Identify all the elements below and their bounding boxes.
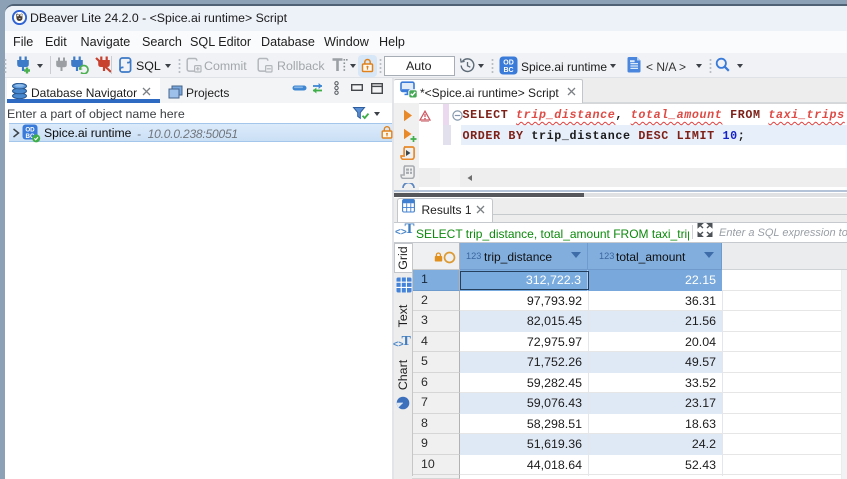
svg-text:OD: OD — [503, 60, 514, 67]
svg-text:BC: BC — [503, 67, 513, 74]
